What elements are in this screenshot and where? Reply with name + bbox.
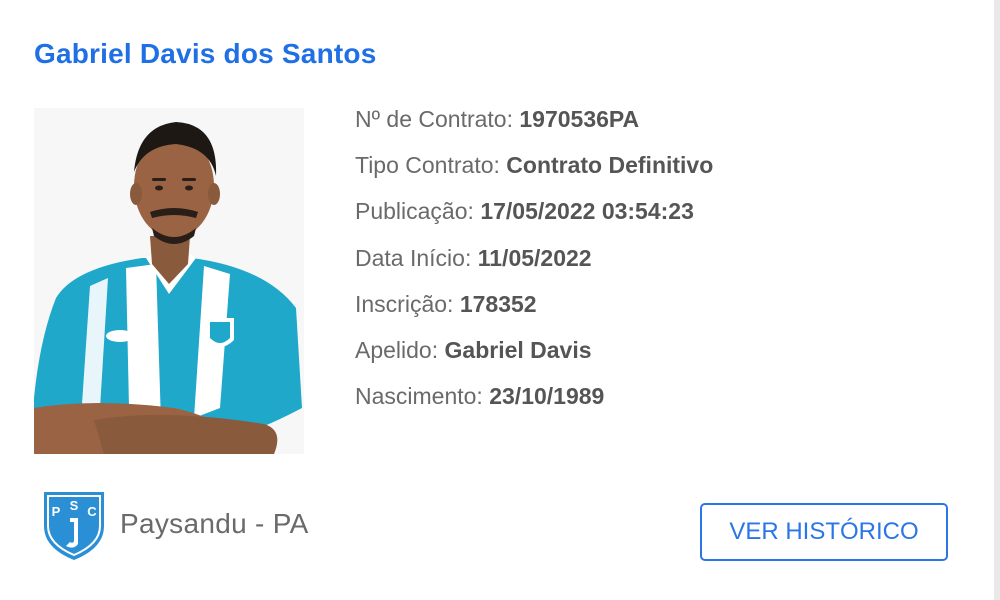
contract-details: Nº de Contrato: 1970536PA Tipo Contrato:… (355, 100, 713, 423)
detail-contract-number: Nº de Contrato: 1970536PA (355, 100, 713, 146)
detail-label: Inscrição: (355, 290, 454, 317)
detail-value: 23/10/1989 (489, 383, 605, 410)
detail-start-date: Data Início: 11/05/2022 (355, 239, 713, 285)
player-name: Gabriel Davis dos Santos (34, 38, 377, 69)
crest-letter: C (87, 504, 97, 519)
detail-registration: Inscrição: 178352 (355, 285, 713, 331)
detail-value: 17/05/2022 03:54:23 (480, 198, 694, 225)
detail-birth-date: Nascimento: 23/10/1989 (355, 377, 713, 423)
detail-label: Publicação: (355, 198, 474, 225)
player-photo (34, 108, 304, 454)
detail-contract-type: Tipo Contrato: Contrato Definitivo (355, 146, 713, 192)
detail-value: Contrato Definitivo (506, 152, 714, 179)
crest-letter: S (70, 498, 79, 513)
detail-label: Nº de Contrato: (355, 106, 513, 132)
detail-label: Nascimento: (355, 383, 483, 410)
detail-value: 11/05/2022 (477, 244, 592, 271)
crest-letter: P (52, 504, 61, 519)
detail-value: Gabriel Davis (444, 336, 592, 363)
detail-label: Apelido: (355, 336, 439, 363)
detail-value: 178352 (459, 290, 537, 317)
detail-label: Data Início: (355, 244, 472, 271)
club-info: P S C Paysandu - PA (36, 486, 309, 562)
detail-label: Tipo Contrato: (355, 152, 500, 179)
view-history-button[interactable]: VER HISTÓRICO (700, 503, 948, 561)
paysandu-crest-icon: P S C (44, 492, 104, 560)
detail-value: 1970536PA (519, 106, 640, 132)
detail-nickname: Apelido: Gabriel Davis (355, 331, 713, 377)
right-edge-divider (994, 0, 1000, 600)
detail-publication: Publicação: 17/05/2022 03:54:23 (355, 192, 713, 238)
club-name: Paysandu - PA (120, 508, 309, 539)
